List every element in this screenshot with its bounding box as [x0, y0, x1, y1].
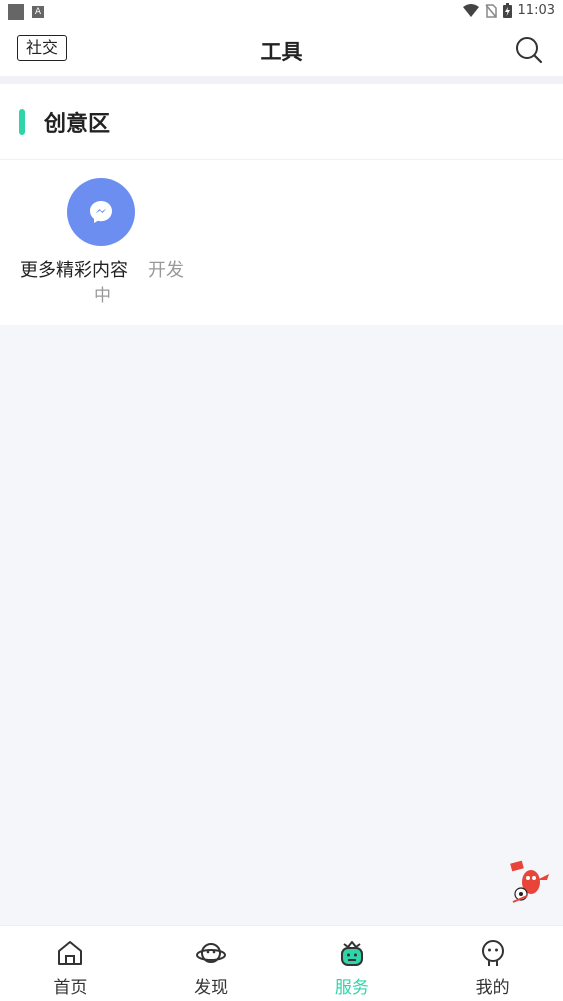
tab-label-home: 首页	[53, 978, 88, 998]
tab-label-mine: 我的	[475, 978, 510, 998]
battery-icon	[502, 3, 512, 18]
tab-discover[interactable]: 发现	[141, 926, 282, 1001]
section-header: 创意区	[0, 84, 563, 160]
search-button[interactable]	[515, 36, 543, 64]
home-icon	[58, 941, 83, 965]
tool-label: 更多精彩内容	[20, 260, 128, 281]
profile-icon	[481, 940, 504, 966]
tool-item-more-content[interactable]: 更多精彩内容 开发 中	[18, 178, 188, 308]
tab-label-discover: 发现	[194, 978, 229, 998]
status-right: 11:03	[462, 3, 555, 18]
top-header: 社交 工具	[0, 24, 563, 76]
status-bar: A 11:03	[0, 0, 563, 24]
no-sim-icon	[484, 3, 497, 18]
tool-status-continued: 中	[94, 286, 111, 306]
tool-icon-circle	[67, 178, 135, 246]
search-icon	[516, 37, 543, 64]
tab-label-service: 服务	[334, 978, 369, 998]
messenger-icon	[90, 201, 112, 223]
wifi-icon	[462, 3, 479, 17]
header-divider	[0, 76, 563, 84]
tool-status: 开发	[148, 260, 184, 281]
tab-service[interactable]: 服务	[282, 926, 423, 1001]
tab-mine[interactable]: 我的	[422, 926, 563, 1001]
app-notification-icon: A	[32, 6, 44, 18]
planet-icon	[196, 943, 227, 963]
creative-section: 创意区 更多精彩内容 开发 中	[0, 84, 563, 325]
floating-mascot-button[interactable]	[507, 858, 555, 906]
notification-icon	[8, 4, 24, 20]
tab-home[interactable]: 首页	[0, 926, 141, 1001]
status-left: A	[8, 4, 44, 20]
status-time: 11:03	[517, 3, 555, 18]
page-title: 工具	[260, 40, 303, 64]
section-title: 创意区	[44, 112, 111, 137]
section-accent-bar	[19, 109, 25, 135]
mascot-icon	[510, 860, 549, 903]
bottom-tab-bar: 首页 发现 服务 我的	[0, 925, 563, 1001]
robot-icon	[340, 941, 363, 966]
